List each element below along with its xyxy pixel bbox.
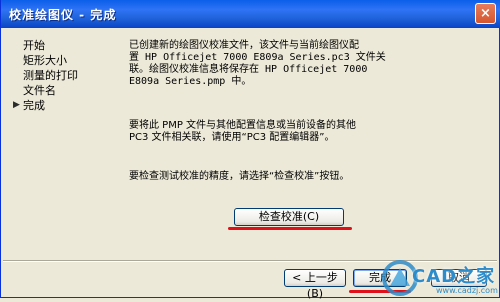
window-title: 校准绘图仪 - 完成 bbox=[9, 8, 117, 22]
summary-line: 置 HP Officejet 7000 E809a Series.pc3 文件关 bbox=[129, 52, 386, 63]
watermark-url: www.cadzj.com bbox=[436, 286, 498, 295]
check-calibration-button[interactable]: 检查校准(C) bbox=[234, 208, 344, 226]
summary-paragraph: 已创建新的绘图仪校准文件，该文件与当前绘图仪配 置 HP Officejet 7… bbox=[129, 40, 391, 88]
step-label: 文件名 bbox=[23, 84, 56, 97]
summary-line: 联。绘图仪校准信息将保存在 HP Officejet 7000 bbox=[129, 64, 368, 75]
step-file-name: 文件名 bbox=[13, 83, 113, 98]
highlight-underline bbox=[349, 290, 411, 293]
highlight-underline bbox=[228, 227, 352, 230]
step-label: 开始 bbox=[23, 39, 45, 52]
back-button[interactable]: < 上一步(B) bbox=[284, 269, 346, 300]
check-instruction: 要检查测试校准的精度，请选择“检查校准”按钮。 bbox=[129, 171, 350, 182]
step-label: 完成 bbox=[23, 99, 45, 112]
step-rectangle-size: 矩形大小 bbox=[13, 53, 113, 68]
step-label: 测量的打印 bbox=[23, 69, 78, 82]
wizard-steps: 开始 矩形大小 测量的打印 文件名 ▶ 完成 bbox=[13, 38, 113, 113]
current-step-arrow-icon: ▶ bbox=[13, 100, 20, 110]
calibrate-plotter-dialog: 校准绘图仪 - 完成 × 开始 矩形大小 测量的打印 文件名 ▶ 完成 已创建新… bbox=[0, 0, 500, 300]
cancel-button[interactable]: 取消 bbox=[431, 269, 487, 287]
association-line: PC3 文件相关联，请使用“PC3 配置编辑器”。 bbox=[129, 132, 335, 143]
title-bar[interactable]: 校准绘图仪 - 完成 × bbox=[1, 0, 500, 28]
step-start: 开始 bbox=[13, 38, 113, 53]
close-icon: × bbox=[480, 6, 491, 21]
step-measured-plot: 测量的打印 bbox=[13, 68, 113, 83]
association-paragraph: 要将此 PMP 文件与其他配置信息或当前设备的其他 PC3 文件相关联，请使用“… bbox=[129, 120, 391, 144]
step-label: 矩形大小 bbox=[23, 54, 67, 67]
button-divider bbox=[3, 260, 497, 262]
association-line: 要将此 PMP 文件与其他配置信息或当前设备的其他 bbox=[129, 120, 357, 131]
summary-line: 已创建新的绘图仪校准文件，该文件与当前绘图仪配 bbox=[129, 40, 359, 51]
summary-line: E809a Series.pmp 中。 bbox=[129, 76, 252, 87]
finish-button[interactable]: 完成 bbox=[353, 269, 407, 287]
step-finish: ▶ 完成 bbox=[13, 98, 113, 113]
close-button[interactable]: × bbox=[475, 3, 496, 24]
